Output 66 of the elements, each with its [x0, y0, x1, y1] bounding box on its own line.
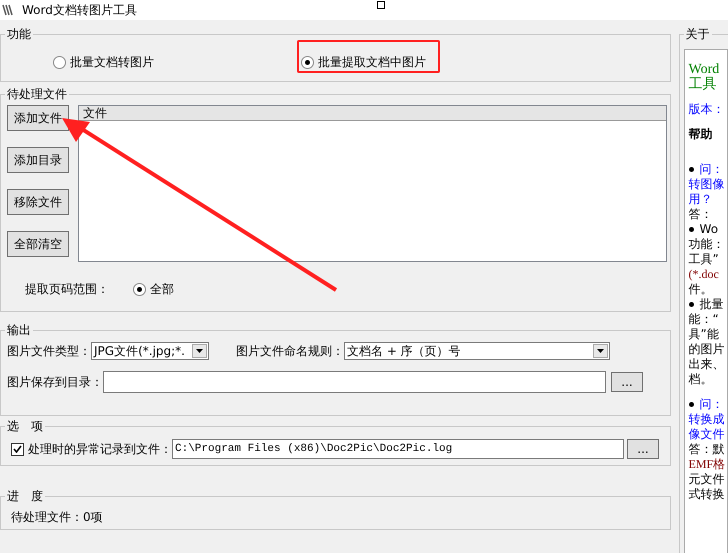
- help-text: 批量: [700, 297, 724, 311]
- field-label: 图片文件类型：: [7, 343, 91, 360]
- app-icon: [2, 3, 14, 17]
- help-text: 工具”: [688, 252, 719, 266]
- group-title: 进 度: [5, 488, 45, 504]
- maximize-icon[interactable]: [377, 1, 385, 9]
- help-text: 工具: [688, 77, 717, 92]
- radio-label: 全部: [150, 281, 174, 298]
- group-title: 选 项: [5, 418, 45, 434]
- checkbox-label: 处理时的异常记录到文件：: [28, 441, 172, 458]
- radio-label: 批量提取文档中图片: [318, 54, 426, 71]
- help-text: 式转换: [688, 487, 725, 501]
- bullet-icon: [688, 302, 694, 308]
- group-title: 关于: [684, 26, 712, 42]
- help-text: (*.doc: [688, 267, 719, 281]
- button[interactable]: ...: [627, 439, 659, 459]
- help-text: 帮助: [688, 127, 713, 141]
- help-text: 具”能: [688, 327, 719, 341]
- help-text: 转图像: [688, 177, 725, 191]
- button[interactable]: 全部清空: [7, 231, 69, 257]
- status-text: 待处理文件：0项: [11, 509, 103, 526]
- help-text: 出来、: [688, 357, 725, 371]
- button[interactable]: 添加目录: [7, 147, 69, 173]
- help-text: EMF格: [688, 457, 726, 471]
- help-text: 问：: [700, 397, 724, 411]
- help-text: 转换成: [688, 412, 725, 426]
- help-text: 的图片: [688, 342, 725, 356]
- caret-icon: [593, 344, 608, 358]
- help-text: 件。: [688, 282, 713, 296]
- help-text: 问：: [700, 162, 724, 176]
- help-text: 用？: [688, 192, 713, 206]
- caret-icon: [192, 344, 207, 358]
- field-label: 图片文件命名规则：: [236, 343, 344, 360]
- group-title: 输出: [5, 322, 33, 338]
- dropdown[interactable]: JPG文件(*.jpg;*.: [91, 342, 209, 360]
- group-title: 待处理文件: [5, 86, 69, 102]
- help-text: 答：: [688, 207, 713, 221]
- field-label: 图片保存到目录：: [7, 374, 103, 391]
- bullet-icon: [688, 227, 694, 232]
- dropdown[interactable]: 文档名 + 序（页）号: [344, 342, 610, 360]
- field-label: 提取页码范围：: [25, 281, 110, 298]
- help-text: 元文件: [688, 472, 725, 486]
- help-text: 功能：: [688, 237, 725, 251]
- help-text: 答：默: [688, 442, 725, 456]
- help-text: 档。: [688, 372, 713, 386]
- radio-label: 批量文档转图片: [70, 54, 154, 71]
- help-text: Wo: [700, 222, 718, 236]
- help-text: Word: [688, 62, 720, 77]
- help-text: 像文件: [688, 427, 725, 441]
- window-title: Word文档转图片工具: [22, 2, 137, 19]
- button[interactable]: 移除文件: [7, 189, 69, 215]
- file-list[interactable]: 文件: [78, 105, 667, 262]
- column-header[interactable]: 文件: [79, 106, 111, 120]
- radio-button[interactable]: [301, 56, 314, 68]
- checkbox[interactable]: [11, 442, 24, 456]
- help-text: 版本：: [688, 102, 725, 116]
- bullet-icon: [688, 402, 694, 408]
- help-text: 能：“: [688, 312, 719, 326]
- button[interactable]: ...: [611, 372, 643, 392]
- radio-button[interactable]: [133, 282, 146, 296]
- group-title: 功能: [5, 26, 33, 42]
- button[interactable]: 添加文件: [7, 105, 69, 131]
- bullet-icon: [688, 167, 694, 172]
- input-field[interactable]: C:\Program Files (x86)\Doc2Pic\Doc2Pic.log: [172, 439, 624, 459]
- input-field[interactable]: [103, 371, 606, 393]
- radio-button[interactable]: [53, 56, 66, 68]
